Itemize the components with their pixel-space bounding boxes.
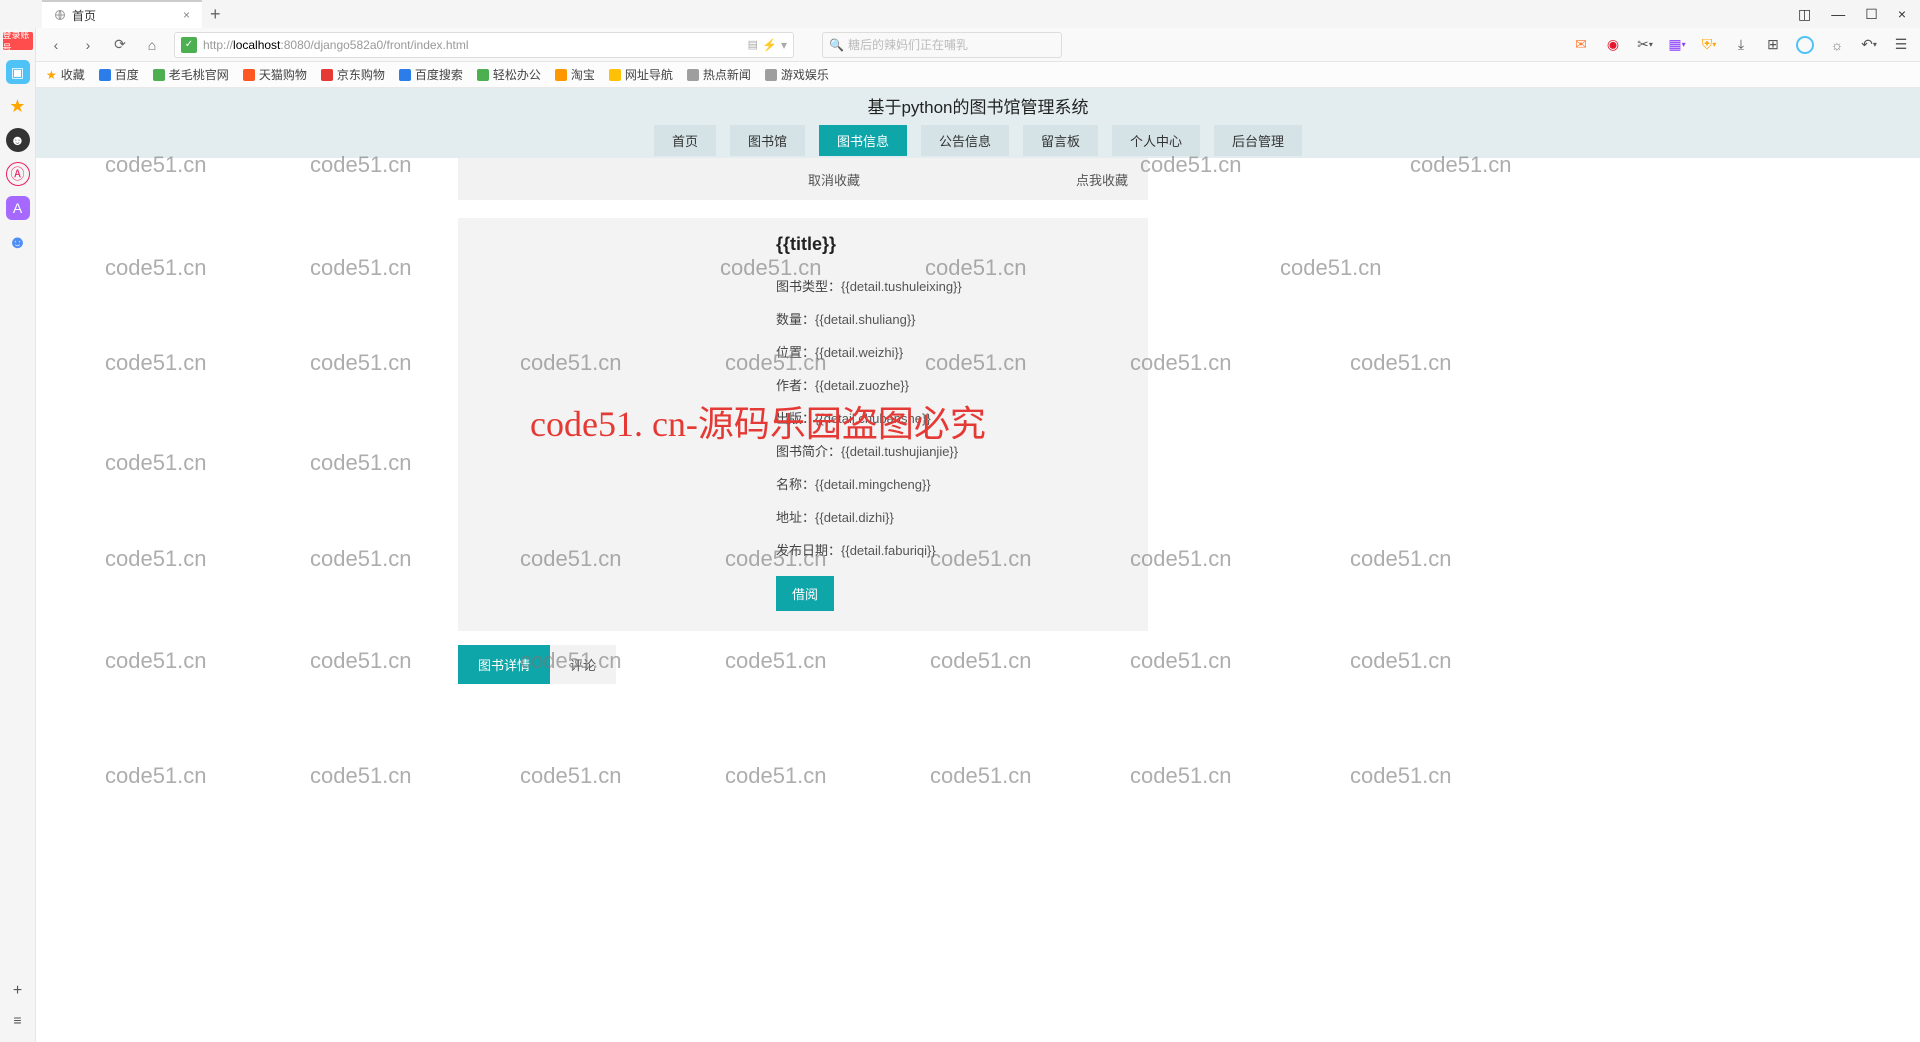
bookmark-item[interactable]: 天猫购物 [243, 66, 307, 83]
globe-icon [54, 9, 66, 21]
nav-item[interactable]: 图书馆 [730, 125, 805, 156]
nav-item[interactable]: 图书信息 [819, 125, 907, 156]
bookmark-item[interactable]: 热点新闻 [687, 66, 751, 83]
sidebar-app-1[interactable]: ▣ [6, 60, 30, 84]
detail-row: 数量：{{detail.shuliang}} [776, 302, 1130, 335]
bookmarks-bar: ★收藏 百度 老毛桃官网 天猫购物 京东购物 百度搜索 轻松办公 淘宝 网址导航… [36, 62, 1920, 88]
favorite-bar: 取消收藏 点我收藏 [458, 158, 1148, 200]
browser-sidebar: 登录账号 ▣ ★ ☻ Ⓐ A ☻ + ≡ [0, 28, 36, 1042]
sidebar-star-icon[interactable]: ★ [6, 94, 30, 118]
sidebar-chat-icon[interactable]: ☻ [6, 128, 30, 152]
sidebar-ai-icon[interactable]: Ⓐ [6, 162, 30, 186]
window-titlebar: 首页 × + ◫ — ☐ × [0, 0, 1920, 28]
bolt-icon[interactable]: ⚡ [762, 38, 777, 52]
reload-button[interactable]: ⟳ [110, 35, 130, 55]
bookmark-item[interactable]: 老毛桃官网 [153, 66, 229, 83]
detail-row: 发布日期：{{detail.faburiqi}} [776, 533, 1130, 566]
add-favorite-link[interactable]: 点我收藏 [1076, 170, 1128, 189]
browser-tab[interactable]: 首页 × [42, 0, 202, 28]
bookmark-fav[interactable]: ★收藏 [46, 66, 85, 83]
mail-icon[interactable]: ✉ [1572, 36, 1590, 54]
detail-row: 图书类型：{{detail.tushuleixing}} [776, 269, 1130, 302]
bookmark-item[interactable]: 京东购物 [321, 66, 385, 83]
bookmark-item[interactable]: 游戏娱乐 [765, 66, 829, 83]
search-placeholder: 糖后的辣妈们正在哺乳 [848, 36, 968, 53]
theme-icon[interactable]: ☼ [1828, 36, 1846, 54]
nav-item[interactable]: 个人中心 [1112, 125, 1200, 156]
apps-icon[interactable]: ⊞ [1764, 36, 1782, 54]
forward-button[interactable]: › [78, 35, 98, 55]
book-title: {{title}} [776, 234, 1130, 255]
download-icon[interactable]: ⤓ [1732, 36, 1750, 54]
sidebar-list-icon[interactable]: ≡ [13, 1012, 21, 1028]
detail-row: 出版：{{detail.chubanshe}} [776, 401, 1130, 434]
detail-row: 位置：{{detail.weizhi}} [776, 335, 1130, 368]
extension-icon[interactable]: ▦▾ [1668, 36, 1686, 54]
home-button[interactable]: ⌂ [142, 35, 162, 55]
nav-item[interactable]: 首页 [654, 125, 716, 156]
bookmark-item[interactable]: 轻松办公 [477, 66, 541, 83]
nav-item[interactable]: 留言板 [1023, 125, 1098, 156]
menu-icon[interactable]: ☰ [1892, 36, 1910, 54]
security-icon[interactable]: ⛨▾ [1700, 36, 1718, 54]
bookmark-item[interactable]: 百度 [99, 66, 139, 83]
tab-title: 首页 [72, 7, 96, 24]
detail-tabs: 图书详情评论 [458, 645, 1148, 684]
search-icon: 🔍 [829, 38, 844, 52]
url-text: http://localhost:8080/django582a0/front/… [203, 38, 469, 52]
chevron-down-icon[interactable]: ▾ [781, 38, 787, 52]
tablet-icon[interactable]: ▤ [748, 38, 758, 51]
close-icon[interactable]: × [183, 8, 190, 22]
site-nav: 首页图书馆图书信息公告信息留言板个人中心后台管理 [36, 122, 1920, 158]
bookmark-item[interactable]: 淘宝 [555, 66, 595, 83]
url-bar[interactable]: ✓ http://localhost:8080/django582a0/fron… [174, 32, 794, 58]
detail-row: 名称：{{detail.mingcheng}} [776, 467, 1130, 500]
scissors-icon[interactable]: ✂▾ [1636, 36, 1654, 54]
search-bar[interactable]: 🔍 糖后的辣妈们正在哺乳 [822, 32, 1062, 58]
login-badge[interactable]: 登录账号 [3, 32, 33, 50]
sidebar-plus-icon[interactable]: + [13, 982, 22, 1000]
window-minimize-icon[interactable]: — [1831, 6, 1845, 23]
tab-button[interactable]: 图书详情 [458, 645, 550, 684]
weibo-icon[interactable]: ◉ [1604, 36, 1622, 54]
window-maximize-icon[interactable]: ☐ [1865, 6, 1878, 23]
window-close-icon[interactable]: × [1898, 6, 1906, 23]
borrow-button[interactable]: 借阅 [776, 576, 834, 611]
profile-icon[interactable] [1796, 36, 1814, 54]
bookmark-item[interactable]: 网址导航 [609, 66, 673, 83]
sidebar-app-2[interactable]: A [6, 196, 30, 220]
sidebar-emoji-icon[interactable]: ☻ [6, 230, 30, 254]
new-tab-button[interactable]: + [210, 4, 221, 25]
bookmark-item[interactable]: 百度搜索 [399, 66, 463, 83]
web-page: 基于python的图书馆管理系统 首页图书馆图书信息公告信息留言板个人中心后台管… [36, 88, 1920, 1042]
site-title: 基于python的图书馆管理系统 [36, 88, 1920, 122]
detail-row: 图书简介：{{detail.tushujianjie}} [776, 434, 1130, 467]
back-button[interactable]: ‹ [46, 35, 66, 55]
detail-row: 作者：{{detail.zuozhe}} [776, 368, 1130, 401]
browser-navbar: ‹ › ⟳ ⌂ ✓ http://localhost:8080/django58… [36, 28, 1920, 62]
restore-icon[interactable]: ↶▾ [1860, 36, 1878, 54]
cancel-favorite-link[interactable]: 取消收藏 [808, 170, 860, 189]
tab-button[interactable]: 评论 [550, 645, 616, 684]
window-pin-icon[interactable]: ◫ [1798, 6, 1811, 23]
detail-row: 地址：{{detail.dizhi}} [776, 500, 1130, 533]
detail-panel: {{title}} 图书类型：{{detail.tushuleixing}}数量… [458, 218, 1148, 631]
nav-item[interactable]: 后台管理 [1214, 125, 1302, 156]
shield-icon: ✓ [181, 37, 197, 53]
nav-item[interactable]: 公告信息 [921, 125, 1009, 156]
